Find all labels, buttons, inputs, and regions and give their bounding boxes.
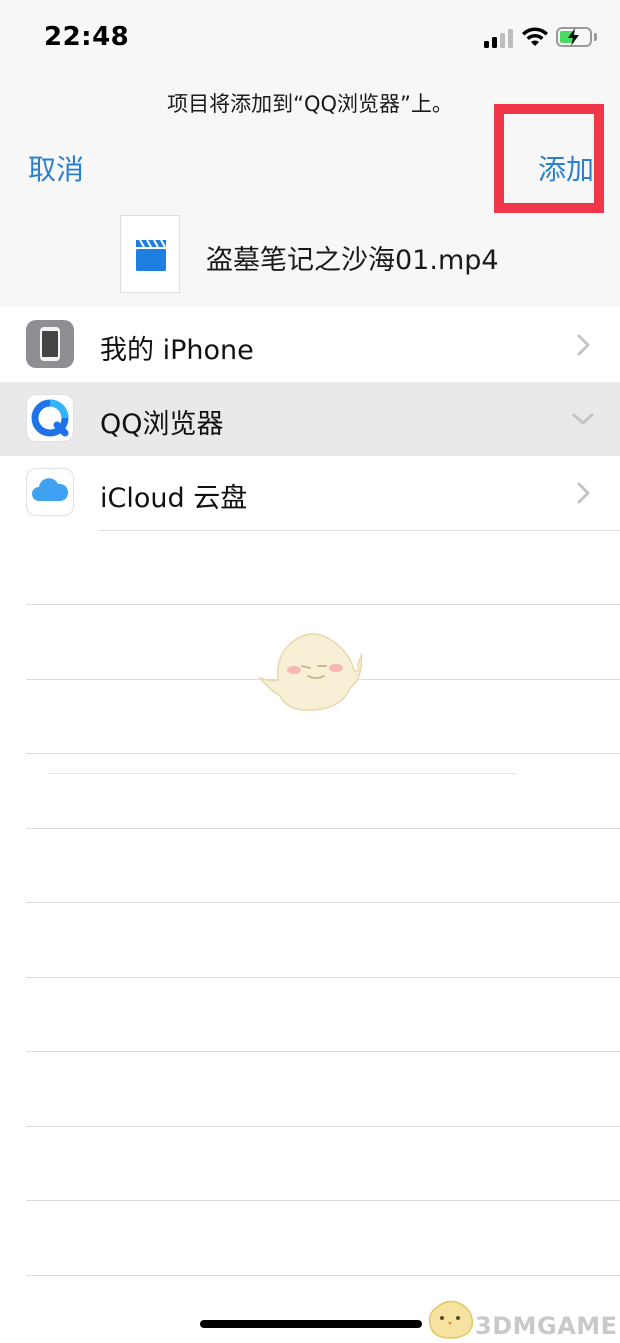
location-label: QQ浏览器 — [100, 409, 224, 440]
file-name: 盗墓笔记之沙海01.mp4 — [206, 245, 499, 276]
home-indicator[interactable] — [200, 1320, 422, 1328]
chick-watermark-icon — [428, 1300, 474, 1339]
watermark-text: 3DMGAME — [475, 1312, 618, 1340]
cancel-button[interactable]: 取消 — [28, 148, 84, 188]
add-button[interactable]: 添加 — [538, 148, 594, 188]
chevron-right-icon — [577, 334, 590, 356]
charging-bolt-icon — [568, 28, 579, 46]
battery-cap — [594, 33, 597, 41]
file-thumbnail — [120, 215, 180, 293]
row-separator — [26, 1126, 620, 1127]
row-separator — [26, 1051, 620, 1052]
row-separator — [26, 902, 620, 903]
row-separator — [98, 530, 620, 531]
row-separator — [26, 1200, 620, 1201]
row-separator — [26, 604, 620, 605]
qq-browser-icon — [26, 394, 74, 442]
row-separator — [26, 828, 620, 829]
location-label: iCloud 云盘 — [100, 483, 248, 514]
location-row-qq-browser[interactable]: QQ浏览器 — [0, 382, 620, 456]
location-row-my-iphone[interactable]: 我的 iPhone — [0, 308, 620, 382]
faint-divider — [48, 773, 516, 774]
destination-subtitle: 项目将添加到“QQ浏览器”上。 — [167, 92, 453, 116]
wifi-icon — [522, 27, 548, 46]
location-label: 我的 iPhone — [100, 335, 254, 366]
icloud-icon — [26, 468, 74, 516]
row-separator — [26, 753, 620, 754]
status-time: 22:48 — [44, 22, 130, 52]
chevron-right-icon — [577, 482, 590, 504]
video-file-icon — [136, 239, 166, 271]
mascot-watermark-icon — [258, 633, 362, 711]
row-separator — [26, 977, 620, 978]
location-row-icloud[interactable]: iCloud 云盘 — [0, 456, 620, 530]
row-separator — [26, 1275, 620, 1276]
chevron-down-icon — [572, 413, 594, 425]
cellular-signal-icon — [484, 28, 516, 48]
iphone-icon — [26, 320, 74, 368]
